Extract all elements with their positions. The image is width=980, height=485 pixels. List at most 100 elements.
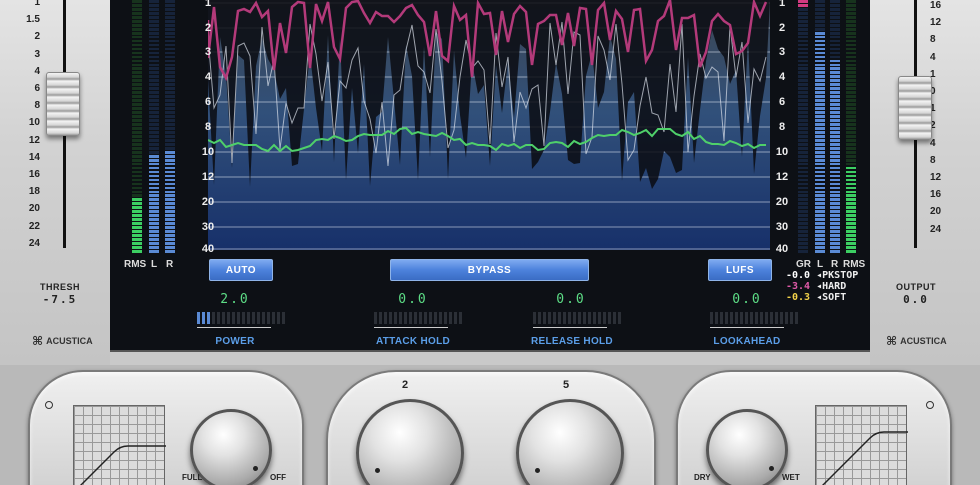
- lufs-button[interactable]: LUFS: [708, 259, 772, 281]
- legend-soft-value: -0.3: [786, 292, 811, 303]
- level-segment: [598, 312, 601, 324]
- meter-segment: [165, 150, 175, 154]
- meter-segment: [149, 87, 159, 91]
- meter-segment: [846, 107, 856, 110]
- meter-segment: [132, 15, 142, 19]
- meter-segment: [815, 23, 825, 27]
- scale-tick-label: 1: [930, 103, 936, 115]
- meter-segment: [815, 242, 825, 245]
- power-label: POWER: [215, 336, 255, 347]
- meter-segment: [846, 51, 856, 55]
- meter-segment: [165, 186, 175, 190]
- meter-segment: [132, 246, 142, 249]
- scale-tick-label: 3: [34, 48, 40, 60]
- output-label: OUTPUT: [896, 282, 936, 292]
- meter-segment: [846, 134, 856, 138]
- meter-segment: [830, 134, 840, 138]
- bypass-button[interactable]: BYPASS: [390, 259, 589, 281]
- meter-segment: [798, 51, 808, 55]
- meter-segment: [149, 186, 159, 190]
- meter-segment: [846, 3, 856, 7]
- threshold-label: THRESH: [39, 282, 80, 292]
- level-segment: [272, 312, 275, 324]
- meter-segment: [165, 91, 175, 95]
- scale-tick-label: 16: [930, 0, 942, 11]
- meter-segment: [798, 31, 808, 35]
- release-hold-value[interactable]: 0.0: [531, 292, 611, 307]
- meter-head-out-rms: RMS: [843, 259, 866, 270]
- meter-segment: [798, 27, 808, 31]
- character-knob-max-label: OFF: [270, 473, 286, 482]
- power-value[interactable]: 2.0: [195, 292, 275, 307]
- meter-segment: [815, 67, 825, 71]
- meter-segment: [149, 218, 159, 222]
- level-segment: [533, 312, 536, 324]
- mix-knob[interactable]: [706, 409, 788, 485]
- meter-segment: [149, 234, 159, 237]
- scale-tick-label: 20: [930, 206, 942, 218]
- meter-segment: [132, 51, 142, 55]
- meter-segment: [815, 107, 825, 110]
- meter-segment: [830, 214, 840, 218]
- graph-axis-label: 3: [778, 46, 786, 58]
- meter-segment: [830, 0, 840, 3]
- graph-axis-label: 12: [775, 171, 789, 183]
- threshold-fader[interactable]: [46, 72, 80, 136]
- meter-segment: [132, 226, 142, 229]
- meter-segment: [165, 111, 175, 114]
- scale-tick-label: 14: [28, 151, 40, 163]
- meter-segment: [165, 238, 175, 241]
- level-segment: [730, 312, 733, 324]
- meter-segment: [149, 202, 159, 206]
- meter-segment: [132, 43, 142, 47]
- meter-segment: [132, 67, 142, 71]
- character-knob-min-label: FULL: [182, 473, 203, 482]
- meter-segment: [149, 115, 159, 118]
- meter-segment: [830, 226, 840, 229]
- meter-segment: [132, 174, 142, 178]
- legend-pkstop: -0.0 ◂PKSTOP: [786, 270, 858, 281]
- level-segment: [394, 312, 397, 324]
- auto-button[interactable]: AUTO: [209, 259, 273, 281]
- meter-segment: [815, 87, 825, 91]
- meter-segment: [846, 162, 856, 166]
- legend-hard-value: -3.4: [786, 281, 811, 292]
- meter-head-out-l: L: [817, 259, 824, 270]
- level-segment: [197, 312, 200, 324]
- scale-tick-label: 2: [930, 120, 936, 132]
- lookahead-tick-row: [710, 327, 784, 331]
- level-segment: [790, 312, 793, 324]
- meter-segment: [165, 67, 175, 71]
- meter-segment: [132, 127, 142, 130]
- meter-segment: [830, 146, 840, 150]
- meter-segment: [165, 194, 175, 198]
- scale-tick-label: 24: [930, 223, 942, 235]
- meter-segment: [830, 75, 840, 79]
- meter-head-out-r: R: [831, 259, 839, 270]
- meter-segment: [846, 79, 856, 83]
- level-segment: [780, 312, 783, 324]
- meter-segment: [830, 23, 840, 27]
- scale-tick-label: 16: [930, 189, 942, 201]
- meter-segment: [132, 154, 142, 158]
- meter-segment: [846, 95, 856, 99]
- meter-segment: [132, 115, 142, 118]
- acustica-logo-left: ⌘ ACUSTICA: [32, 334, 93, 348]
- meter-segment: [149, 250, 159, 253]
- meter-segment: [846, 158, 856, 162]
- meter-segment: [798, 130, 808, 134]
- meter-segment: [815, 150, 825, 154]
- meter-segment: [165, 138, 175, 142]
- meter-segment: [798, 95, 808, 99]
- meter-segment: [132, 99, 142, 102]
- meter-segment: [165, 158, 175, 162]
- meter-segment: [830, 107, 840, 110]
- meter-segment: [846, 150, 856, 154]
- lookahead-value[interactable]: 0.0: [707, 292, 787, 307]
- output-fader[interactable]: [898, 76, 932, 140]
- knee-curve-right-icon: [821, 431, 908, 485]
- attack-hold-value[interactable]: 0.0: [373, 292, 453, 307]
- meter-segment: [830, 127, 840, 130]
- meter-segment: [846, 230, 856, 233]
- graph-axis-label: 2: [778, 22, 786, 34]
